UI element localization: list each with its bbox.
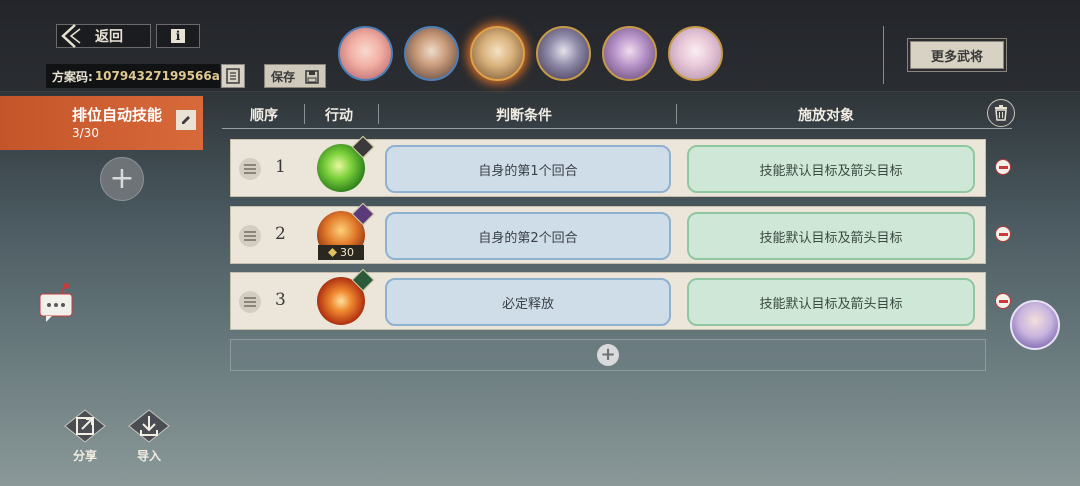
skill-cost-value: 30 [340,246,354,259]
hero-selector [338,26,723,81]
row-index: 3 [275,290,286,310]
ranked-auto-skill-tab[interactable]: 排位自动技能 3/30 [0,96,203,150]
skill-type-tag [351,268,375,292]
drag-handle-icon[interactable] [239,291,261,313]
save-icon [305,70,319,84]
chat-button[interactable] [38,280,74,328]
skill-type-tag [351,135,375,159]
header-order: 顺序 [250,108,278,124]
back-arrow-icon [61,24,81,48]
condition-field[interactable]: 自身的第1个回合 [385,145,671,193]
fire-scroll-icon[interactable]: 30 [317,202,375,260]
header-target: 施放对象 [798,108,854,124]
share-button[interactable]: 分享 [60,408,110,464]
hero-avatar-3[interactable] [470,26,525,81]
chat-bubble-icon [39,283,73,322]
hero-avatar-5[interactable] [602,26,657,81]
info-button[interactable]: i [156,24,200,48]
clear-all-button[interactable] [987,99,1015,127]
plus-icon: + [109,161,135,196]
save-button[interactable]: 保存 [264,64,326,88]
copy-code-button[interactable] [221,64,245,88]
add-plan-button[interactable]: + [100,157,144,201]
header-condition: 判断条件 [496,108,552,124]
skill-type-tag [351,202,375,226]
row-index: 2 [275,224,286,244]
table-row[interactable]: 2 30 自身的第2个回合 技能默认目标及箭头目标 [230,202,986,264]
drag-handle-icon[interactable] [239,225,261,247]
plan-code: 方案码: 10794327199566a22 [46,64,220,88]
header-divider [883,26,884,84]
info-icon: i [171,29,185,43]
import-label: 导入 [136,449,161,463]
header-separator [378,104,379,124]
drag-handle-icon[interactable] [239,158,261,180]
pencil-icon [182,116,190,124]
green-vortex-icon[interactable] [317,135,375,192]
assistant-avatar[interactable] [1010,300,1060,350]
hero-avatar-4[interactable] [536,26,591,81]
remove-row-icon[interactable] [995,226,1011,242]
condition-field[interactable]: 自身的第2个回合 [385,212,671,260]
remove-row-icon[interactable] [995,159,1011,175]
import-button[interactable]: 导入 [124,408,174,464]
edit-button[interactable] [176,110,196,130]
share-label: 分享 [72,449,97,463]
header-separator [304,104,305,124]
condition-field[interactable]: 必定释放 [385,278,671,326]
target-field[interactable]: 技能默认目标及箭头目标 [687,145,975,193]
header-action: 行动 [325,108,353,124]
table-row[interactable]: 1 自身的第1个回合 技能默认目标及箭头目标 [230,135,986,197]
copy-icon [226,68,240,84]
fire-orb-icon[interactable] [317,268,375,325]
hero-avatar-1[interactable] [338,26,393,81]
add-row-button[interactable]: + [230,339,986,371]
top-bar: 返回 i 方案码: 10794327199566a22 保存 更多武将 [0,0,1080,92]
hero-avatar-2[interactable] [404,26,459,81]
plan-code-value: 10794327199566a22 [94,69,220,83]
header-underline [222,128,1012,129]
save-label: 保存 [271,69,296,84]
import-icon [128,409,170,443]
table-header: 顺序 行动 判断条件 施放对象 [222,100,1014,128]
share-icon [64,409,106,443]
target-field[interactable]: 技能默认目标及箭头目标 [687,212,975,260]
back-button[interactable]: 返回 [56,24,151,48]
trash-icon [995,105,1007,121]
back-label: 返回 [95,29,123,45]
hero-avatar-6[interactable] [668,26,723,81]
plan-code-label: 方案码: [52,69,93,84]
row-index: 1 [275,157,286,177]
cost-diamond-icon [328,248,337,257]
more-heroes-button[interactable]: 更多武将 [910,41,1004,69]
header-separator [676,104,677,124]
target-field[interactable]: 技能默认目标及箭头目标 [687,278,975,326]
remove-row-icon[interactable] [995,293,1011,309]
tab-title: 排位自动技能 [72,106,163,124]
tab-count: 3/30 [72,126,99,140]
table-row[interactable]: 3 必定释放 技能默认目标及箭头目标 [230,268,986,330]
skill-cost: 30 [318,245,364,260]
plus-icon: + [597,344,619,366]
